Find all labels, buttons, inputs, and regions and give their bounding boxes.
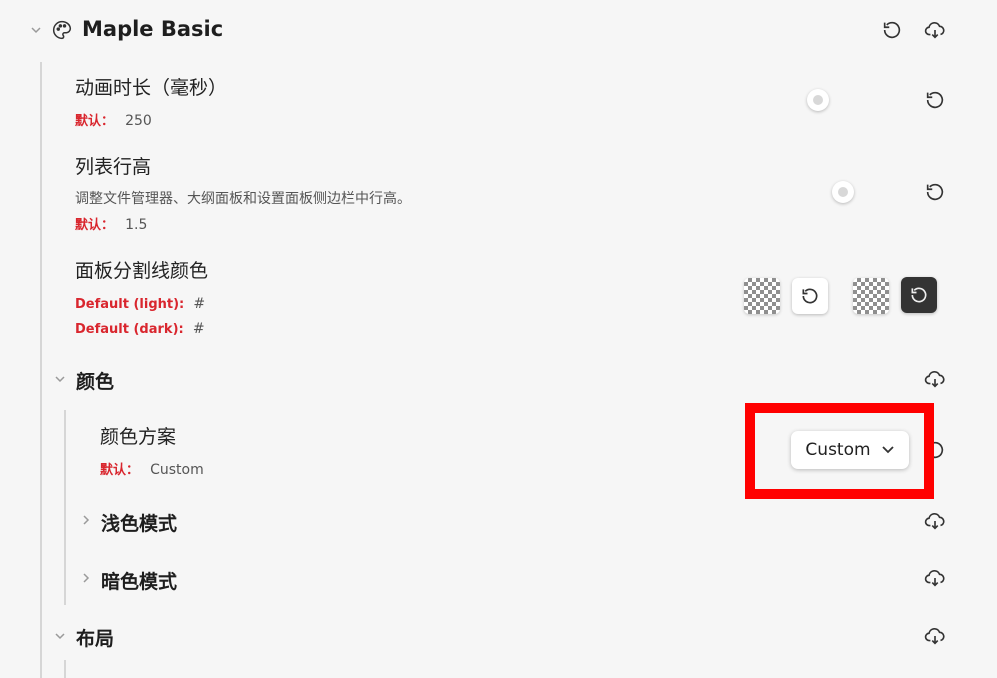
chevron-down-icon[interactable]	[30, 24, 42, 39]
default-label: 默认：	[100, 463, 140, 478]
dark-mode-title[interactable]: 暗色模式	[101, 567, 177, 594]
tree-guide-line	[64, 410, 66, 605]
default-label: 默认：	[75, 114, 115, 129]
chevron-right-icon[interactable]	[80, 572, 92, 587]
layout-section-title: 布局	[76, 628, 115, 650]
setting-name: 面板分割线颜色	[75, 260, 209, 282]
download-icon[interactable]	[922, 508, 948, 534]
reset-dark-button[interactable]	[901, 277, 937, 313]
light-mode-title[interactable]: 浅色模式	[101, 509, 177, 536]
reset-light-button[interactable]	[792, 278, 828, 314]
chevron-right-icon[interactable]	[80, 514, 92, 529]
reset-icon	[802, 288, 818, 304]
reset-icon[interactable]	[922, 87, 948, 113]
color-scheme-name: 颜色方案	[100, 426, 177, 448]
chevron-down-icon[interactable]	[54, 630, 66, 645]
color-scheme-dropdown[interactable]: Custom	[791, 431, 909, 469]
default-light-value: #	[193, 296, 206, 312]
slider-handle[interactable]	[807, 89, 829, 111]
default-label: 默认：	[75, 218, 115, 233]
setting-name: 列表行高	[75, 156, 152, 178]
reset-icon[interactable]	[922, 179, 948, 205]
palette-icon	[52, 20, 72, 44]
default-value: Custom	[150, 462, 204, 478]
tree-guide-line	[40, 62, 42, 678]
default-value: 1.5	[125, 217, 148, 233]
download-icon[interactable]	[922, 565, 948, 591]
default-dark-label: Default (dark):	[75, 322, 184, 337]
reset-icon[interactable]	[879, 17, 905, 43]
reset-icon[interactable]	[922, 437, 948, 463]
tree-guide-line	[64, 660, 66, 678]
download-icon[interactable]	[922, 17, 948, 43]
setting-description: 调整文件管理器、大纲面板和设置面板侧边栏中行高。	[75, 191, 411, 207]
section-title: Maple Basic	[82, 17, 224, 41]
reset-icon	[911, 287, 927, 303]
color-swatch-light[interactable]	[744, 278, 780, 314]
dropdown-value: Custom	[805, 440, 871, 460]
download-icon[interactable]	[922, 366, 948, 392]
download-icon[interactable]	[922, 623, 948, 649]
color-swatch-dark[interactable]	[853, 278, 889, 314]
setting-name: 动画时长（毫秒）	[75, 77, 228, 99]
slider-handle[interactable]	[832, 181, 854, 203]
color-section-title: 颜色	[76, 371, 115, 393]
chevron-down-icon	[881, 446, 894, 454]
default-value: 250	[125, 113, 152, 129]
chevron-down-icon[interactable]	[54, 373, 66, 388]
default-dark-value: #	[192, 321, 205, 337]
default-light-label: Default (light):	[75, 297, 185, 312]
